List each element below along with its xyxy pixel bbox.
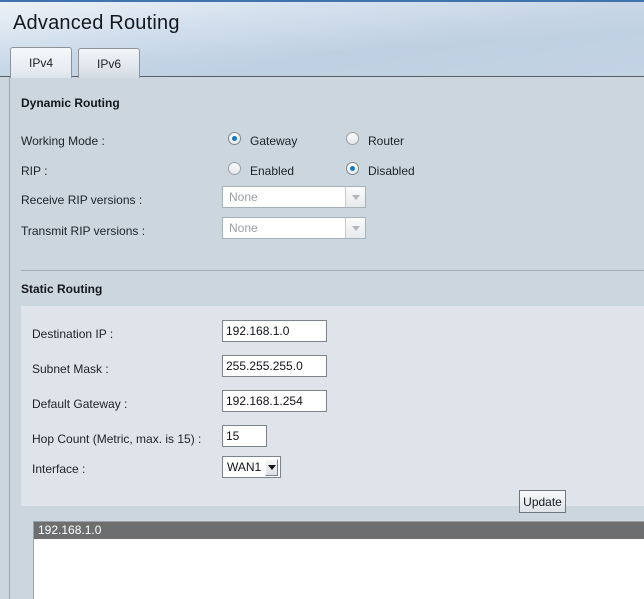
tab-ipv4-label: IPv4 — [28, 56, 53, 70]
receive-rip-versions-label: Receive RIP versions : — [21, 193, 143, 207]
transmit-rip-versions-label: Transmit RIP versions : — [21, 224, 146, 238]
destination-ip-input[interactable] — [222, 320, 327, 342]
page-title: Advanced Routing — [13, 12, 180, 34]
static-routing-section-title: Static Routing — [21, 282, 103, 296]
radio-rip-disabled-label[interactable]: Disabled — [368, 164, 415, 178]
transmit-rip-versions-select[interactable]: None — [222, 217, 366, 239]
receive-rip-versions-select[interactable]: None — [222, 186, 366, 208]
radio-rip-disabled[interactable] — [346, 162, 359, 175]
hop-count-input[interactable] — [222, 425, 267, 447]
radio-working-mode-gateway[interactable] — [228, 132, 241, 145]
transmit-rip-versions-value: None — [229, 221, 258, 235]
radio-working-mode-router-label[interactable]: Router — [368, 134, 404, 148]
default-gateway-label: Default Gateway : — [32, 397, 128, 411]
receive-rip-versions-value: None — [229, 190, 258, 204]
tab-ipv6-label: IPv6 — [96, 56, 121, 71]
rip-label: RIP : — [21, 164, 48, 178]
chevron-down-icon — [345, 187, 365, 207]
dynamic-routing-section-title: Dynamic Routing — [21, 96, 120, 110]
radio-working-mode-gateway-label[interactable]: Gateway — [250, 134, 297, 148]
interface-select[interactable]: WAN1 — [222, 456, 281, 478]
static-route-listbox[interactable]: 192.168.1.0 — [33, 521, 644, 599]
chevron-down-icon — [345, 218, 365, 238]
chevron-down-icon — [265, 458, 278, 476]
update-button[interactable]: Update — [519, 490, 566, 513]
radio-working-mode-router[interactable] — [346, 132, 359, 145]
working-mode-label: Working Mode : — [21, 134, 105, 148]
default-gateway-input[interactable] — [222, 390, 327, 412]
interface-label: Interface : — [32, 462, 86, 476]
tab-bar: IPv4 IPv6 — [10, 47, 140, 78]
hop-count-label: Hop Count (Metric, max. is 15) : — [32, 432, 202, 446]
content-area: Dynamic Routing Working Mode : Gateway R… — [0, 77, 644, 599]
content-inner: Dynamic Routing Working Mode : Gateway R… — [9, 77, 644, 599]
advanced-routing-page: Advanced Routing IPv4 IPv6 Dynamic Routi… — [0, 0, 644, 599]
tab-ipv4[interactable]: IPv4 — [10, 47, 72, 78]
destination-ip-label: Destination IP : — [32, 327, 114, 341]
tab-ipv6[interactable]: IPv6 — [78, 48, 140, 78]
section-divider — [21, 270, 644, 271]
radio-rip-enabled-label[interactable]: Enabled — [250, 164, 294, 178]
radio-rip-enabled[interactable] — [228, 162, 241, 175]
interface-value: WAN1 — [227, 460, 262, 474]
subnet-mask-label: Subnet Mask : — [32, 362, 109, 376]
list-item[interactable]: 192.168.1.0 — [34, 522, 644, 539]
subnet-mask-input[interactable] — [222, 355, 327, 377]
